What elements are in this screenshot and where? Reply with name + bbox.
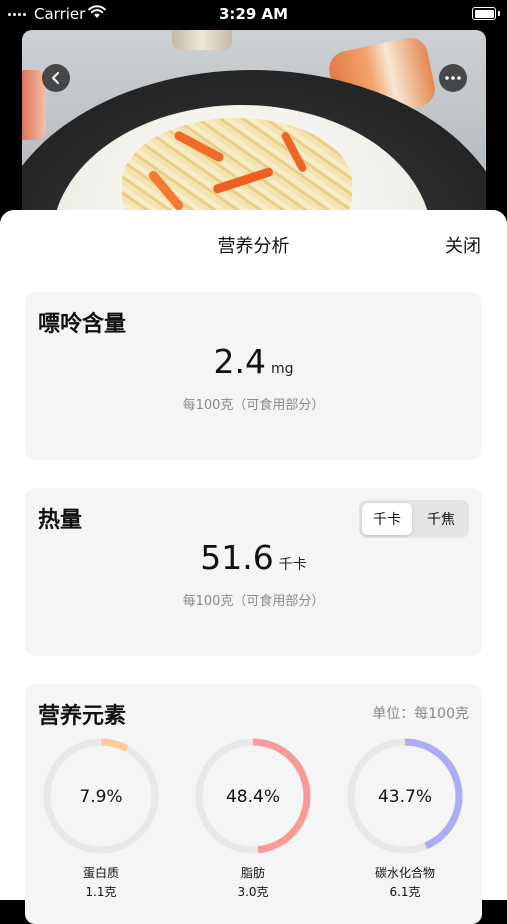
energy-card: 热量 千卡 千焦 51.6 千卡 每100克（可食用部分） (25, 488, 482, 656)
carbs-name: 碳水化合物 (374, 866, 435, 880)
protein-percent: 7.9% (79, 787, 122, 807)
nutrients-title: 营养元素 (38, 704, 127, 729)
energy-value-row: 51.6 千卡 (25, 538, 482, 577)
fat-ring-chart: 48.4% (195, 738, 311, 854)
energy-unit-toggle: 千卡 千焦 (359, 500, 469, 538)
carbs-percent: 43.7% (378, 787, 432, 807)
purine-card: 嘌呤含量 2.4 mg 每100克（可食用部分） (25, 292, 482, 460)
purine-unit: mg (270, 361, 294, 377)
purine-title: 嘌呤含量 (38, 312, 127, 337)
fat-percent: 48.4% (226, 787, 280, 807)
food-photo (22, 30, 486, 240)
status-bar: Carrier 3:29 AM (0, 0, 507, 28)
nutrient-protein: 7.9% 蛋白质 1.1克 (41, 736, 161, 900)
nutrient-carbs: 43.7% 碳水化合物 6.1克 (345, 736, 465, 900)
sheet-title: 营养分析 (217, 236, 290, 257)
purine-note: 每100克（可食用部分） (182, 398, 325, 413)
carbs-amount: 6.1克 (389, 885, 421, 899)
toggle-kcal[interactable]: 千卡 (362, 503, 412, 535)
close-button[interactable]: 关闭 (445, 232, 481, 258)
battery-icon (472, 7, 500, 20)
nutrients-unit-note: 单位：每100克 (372, 706, 469, 722)
energy-note: 每100克（可食用部分） (182, 594, 325, 609)
nutrient-fat: 48.4% 脂肪 3.0克 (193, 736, 313, 900)
carbs-ring-chart: 43.7% (347, 738, 463, 854)
nutrition-sheet: 营养分析 关闭 嘌呤含量 2.4 mg 每100克（可食用部分） 热量 千卡 千焦… (0, 210, 507, 924)
fat-amount: 3.0克 (237, 885, 269, 899)
back-button[interactable] (42, 64, 70, 92)
protein-amount: 1.1克 (85, 885, 117, 899)
energy-unit: 千卡 (278, 557, 307, 573)
fat-name: 脂肪 (240, 866, 265, 880)
more-horizontal-icon (445, 76, 461, 80)
chevron-left-icon (52, 72, 59, 84)
purine-value: 2.4 (213, 342, 266, 381)
energy-title: 热量 (38, 508, 83, 533)
protein-name: 蛋白质 (82, 866, 119, 880)
nutrients-card: 营养元素 单位：每100克 7.9% 蛋白质 1.1克 48.4% 脂肪 3.0… (25, 684, 482, 924)
status-time: 3:29 AM (218, 5, 289, 23)
protein-ring-chart: 7.9% (43, 738, 159, 854)
purine-value-row: 2.4 mg (25, 342, 482, 381)
more-button[interactable] (439, 64, 467, 92)
energy-value: 51.6 (200, 538, 274, 577)
toggle-kj[interactable]: 千焦 (416, 503, 466, 535)
